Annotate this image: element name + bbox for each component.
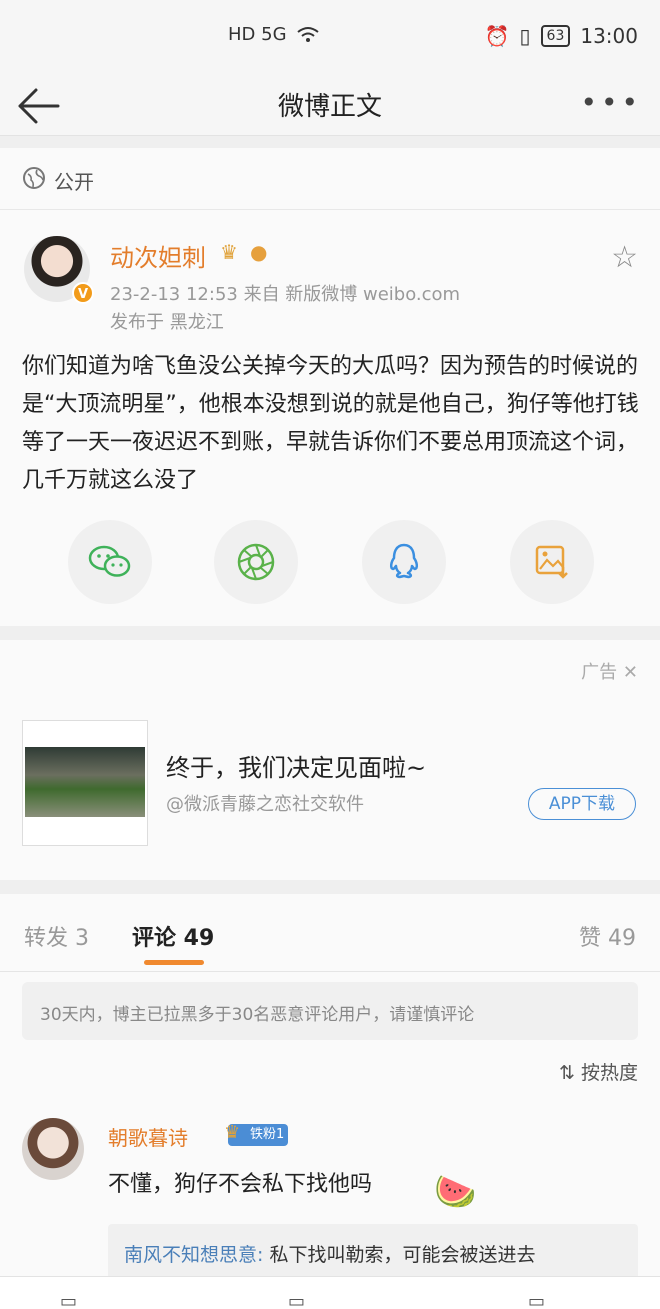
post-text: 你们知道为啥飞鱼没公关掉今天的大瓜吗？因为预告的时候说的是“大顶流明星”，他根本… [22, 354, 639, 493]
commenter-name[interactable]: 朝歌暮诗 [108, 1122, 188, 1151]
ad-image [25, 747, 145, 817]
signal-indicator: HD 5G [228, 24, 287, 45]
globe-icon [23, 167, 45, 189]
clock: 13:00 [580, 24, 638, 48]
share-wechat-button[interactable] [68, 520, 152, 604]
share-moments-button[interactable] [214, 520, 298, 604]
sort-label: 按热度 [580, 1062, 638, 1084]
save-image-icon [535, 545, 568, 579]
ad-title[interactable]: 终于，我们决定见面啦~ [166, 748, 426, 783]
moments-icon [237, 543, 275, 581]
ad-label[interactable]: 广告 ✕ [581, 658, 638, 684]
ad-thumbnail[interactable] [22, 720, 148, 846]
post-meta: 23-2-13 12:53 来自 新版微博 weibo.com [110, 284, 461, 305]
sort-by-hot-button[interactable]: ⇅ 按热度 [559, 1058, 638, 1085]
share-row [0, 520, 660, 610]
comment-reply[interactable]: 南风不知想思意: 私下找叫勒索，可能会被送进去 [108, 1224, 638, 1284]
vibrate-icon: ▯ [519, 24, 531, 48]
reply-author[interactable]: 南风不知想思意: [124, 1244, 263, 1266]
fan-badge-label: 铁粉1 [250, 1127, 285, 1142]
crown-icon: ♛ [220, 240, 238, 264]
repost-button[interactable]: ▭ [60, 1291, 77, 1309]
tab-likes[interactable]: 赞 49 [579, 920, 636, 952]
app-download-button[interactable]: APP下载 [528, 788, 636, 820]
ad-label-text: 广告 [581, 662, 618, 683]
more-options-button[interactable]: ••• [580, 86, 642, 119]
verified-badge: V [72, 282, 94, 304]
comments-section: 30天内，博主已拉黑多于30名恶意评论用户，请谨慎评论 ⇅ 按热度 朝歌暮诗 ♛… [0, 972, 660, 1309]
reply-text: 私下找叫勒索，可能会被送进去 [263, 1244, 536, 1266]
like-button[interactable]: ▭ [528, 1291, 545, 1309]
weibo-post: V 动次妲刺 ♛ ● ☆ 23-2-13 12:53 来自 新版微博 weibo… [0, 210, 660, 626]
commenter-avatar[interactable] [22, 1118, 84, 1180]
pufferfish-icon: ● [250, 240, 268, 264]
alarm-icon: ⏰ [484, 24, 510, 48]
close-ad-icon[interactable]: ✕ [623, 662, 638, 683]
crown-icon: ♛ [224, 1122, 241, 1143]
interaction-tabs: 转发 3 评论 49 赞 49 [0, 894, 660, 972]
comment-notice: 30天内，博主已拉黑多于30名恶意评论用户，请谨慎评论 [22, 982, 638, 1040]
comment-button[interactable]: ▭ [288, 1291, 305, 1309]
post-location: 发布于 黑龙江 [110, 312, 224, 333]
active-tab-indicator [144, 960, 204, 965]
wechat-icon [88, 545, 131, 577]
visibility-row: 公开 [0, 148, 660, 210]
sort-icon: ⇅ [559, 1062, 575, 1084]
watermelon-icon: 🍉 [434, 1172, 477, 1212]
tab-reposts[interactable]: 转发 3 [24, 920, 89, 952]
status-right-icons: ⏰ ▯ 63 13:00 [485, 24, 638, 48]
nav-bar: 微博正文 ••• [0, 76, 660, 136]
page-title: 微博正文 [277, 92, 382, 122]
save-image-button[interactable] [510, 520, 594, 604]
tab-comments[interactable]: 评论 49 [132, 920, 214, 952]
battery-indicator: 63 [540, 25, 571, 47]
author-name[interactable]: 动次妲刺 [110, 238, 206, 273]
favorite-star-button[interactable]: ☆ [611, 240, 638, 275]
qq-icon [389, 543, 419, 579]
visibility-label: 公开 [54, 170, 94, 194]
wifi-icon [296, 26, 319, 42]
status-bar: HD 5G ⏰ ▯ 63 13:00 [0, 0, 660, 76]
bottom-action-bar: ▭ ▭ ▭ [0, 1276, 660, 1309]
comment-text: 不懂，狗仔不会私下找他吗 [108, 1172, 373, 1197]
ad-card[interactable]: 广告 ✕ 终于，我们决定见面啦~ @微派青藤之恋社交软件 APP下载 [0, 640, 660, 880]
ad-source: @微派青藤之恋社交软件 [166, 794, 364, 815]
fan-badge: ♛ 铁粉1 [224, 1122, 289, 1146]
share-qq-button[interactable] [362, 520, 446, 604]
status-left-icons: HD 5G [228, 24, 319, 45]
